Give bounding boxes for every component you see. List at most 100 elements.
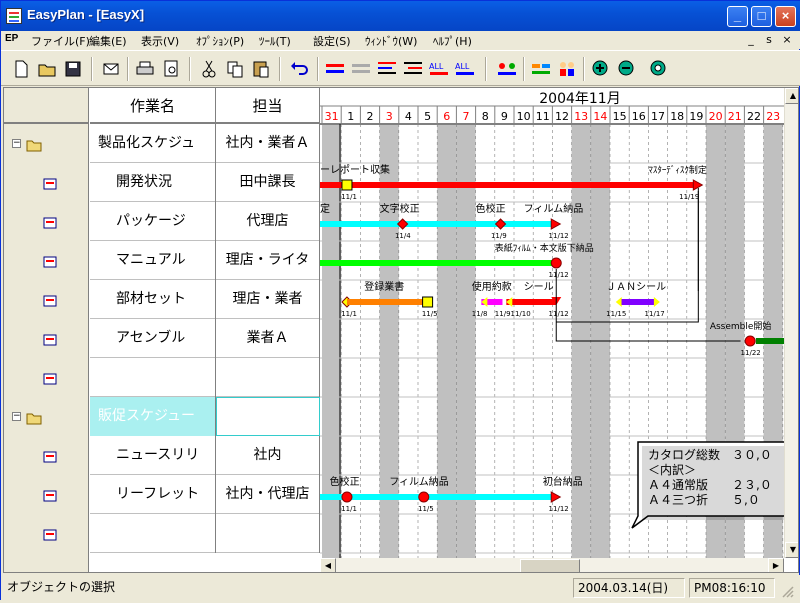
- task-owner-cell[interactable]: 社内・代理店: [216, 475, 320, 514]
- table-row[interactable]: ニュースリリ 社内: [90, 436, 320, 475]
- task-node-icon[interactable]: [42, 488, 58, 502]
- task-name-cell[interactable]: [90, 514, 216, 553]
- task-node-icon[interactable]: [42, 371, 58, 385]
- gantt-chart[interactable]: 2004年11月 31 1 2 3 4 5 6 7 8 9 10 11 12 13 14 15 16 17 18 19 2…: [320, 88, 784, 558]
- task-node-icon[interactable]: [42, 449, 58, 463]
- bar-outdent-icon[interactable]: [401, 58, 425, 80]
- mdi-minimize-button[interactable]: _: [743, 33, 759, 47]
- collapse-toggle-icon[interactable]: −: [12, 412, 21, 421]
- align-date-icon[interactable]: ALL: [453, 58, 477, 80]
- task-owner-cell[interactable]: 代理店: [216, 202, 320, 241]
- task-owner-cell[interactable]: 社内・業者Ａ: [216, 124, 320, 163]
- folder-icon[interactable]: [26, 410, 42, 425]
- table-row[interactable]: 製品化スケジュ 社内・業者Ａ: [90, 124, 320, 163]
- task-owner-cell[interactable]: 業者Ａ: [216, 319, 320, 358]
- task-owner-cell[interactable]: [216, 397, 320, 436]
- task-name-cell[interactable]: 部材セット: [90, 280, 216, 319]
- scroll-up-button[interactable]: ▲: [785, 88, 798, 104]
- task-name-cell[interactable]: 販促スケジュー: [90, 397, 216, 436]
- table-row[interactable]: マニュアル 理店・ライタ: [90, 241, 320, 280]
- folder-icon[interactable]: [26, 137, 42, 152]
- ep-logo-icon[interactable]: EP: [5, 33, 27, 47]
- task-name-cell[interactable]: パッケージ: [90, 202, 216, 241]
- menu-tools[interactable]: ﾂｰﾙ(T): [259, 33, 291, 48]
- scroll-thumb[interactable]: [520, 559, 580, 572]
- table-row[interactable]: 部材セット 理店・業者: [90, 280, 320, 319]
- zoom-out-icon[interactable]: [615, 58, 639, 80]
- bar-delete-icon[interactable]: [349, 58, 373, 80]
- weekend-column: [379, 124, 399, 558]
- gantt-chart-canvas[interactable]: 2004年11月31 1 2 3 4 5 6 7 8 9 10 11 12 13 14 15 16 17 18 19 2…: [320, 88, 784, 558]
- print-icon[interactable]: [133, 58, 157, 80]
- bar-align-icon[interactable]: [375, 58, 399, 80]
- task-node-icon[interactable]: [42, 254, 58, 268]
- zoom-fit-icon[interactable]: [647, 58, 671, 80]
- open-icon[interactable]: [35, 58, 59, 80]
- copy-icon[interactable]: [223, 58, 247, 80]
- resource-icon[interactable]: [529, 58, 553, 80]
- task-name-cell[interactable]: ニュースリリ: [90, 436, 216, 475]
- mdi-close-button[interactable]: ×: [779, 33, 795, 47]
- cut-icon[interactable]: [197, 58, 221, 80]
- scroll-right-button[interactable]: ▶: [768, 558, 784, 572]
- new-icon[interactable]: [9, 58, 33, 80]
- task-node-icon[interactable]: [42, 332, 58, 346]
- close-button[interactable]: ×: [775, 6, 796, 27]
- collapse-toggle-icon[interactable]: −: [12, 139, 21, 148]
- bar-insert-icon[interactable]: [323, 58, 347, 80]
- task-owner-cell[interactable]: 理店・ライタ: [216, 241, 320, 280]
- scroll-down-button[interactable]: ▼: [785, 542, 798, 558]
- task-owner-cell[interactable]: 社内: [216, 436, 320, 475]
- task-owner-cell[interactable]: 田中課長: [216, 163, 320, 202]
- task-node-icon[interactable]: [42, 215, 58, 229]
- title-bar[interactable]: EasyPlan - [EasyX] _ □ ×: [1, 1, 800, 31]
- table-row[interactable]: [90, 514, 320, 553]
- horizontal-scrollbar[interactable]: ◀ ▶: [320, 558, 784, 572]
- menu-file[interactable]: ファイル(F): [31, 33, 90, 48]
- preview-icon[interactable]: [159, 58, 183, 80]
- task-name-cell[interactable]: 製品化スケジュ: [90, 124, 216, 163]
- people-icon[interactable]: [555, 58, 579, 80]
- menu-settings[interactable]: 設定(S): [313, 33, 351, 48]
- table-row[interactable]: アセンブル 業者Ａ: [90, 319, 320, 358]
- task-name-cell[interactable]: アセンブル: [90, 319, 216, 358]
- menu-help[interactable]: ﾍﾙﾌﾟ(H): [433, 33, 472, 48]
- table-row[interactable]: [90, 358, 320, 397]
- align-all-icon[interactable]: ALL: [427, 58, 451, 80]
- scroll-left-button[interactable]: ◀: [320, 558, 336, 572]
- task-owner-cell[interactable]: [216, 514, 320, 553]
- minimize-button[interactable]: _: [727, 6, 748, 27]
- resize-grip-icon[interactable]: [779, 583, 795, 599]
- window-title: EasyPlan - [EasyX]: [27, 7, 145, 22]
- task-node-icon[interactable]: [42, 176, 58, 190]
- vertical-scrollbar[interactable]: ▲ ▼: [784, 88, 798, 558]
- table-row[interactable]: 開発状況 田中課長: [90, 163, 320, 202]
- mail-icon[interactable]: [99, 58, 123, 80]
- task-owner-cell[interactable]: [216, 358, 320, 397]
- paste-icon[interactable]: [249, 58, 273, 80]
- undo-icon[interactable]: [287, 58, 311, 80]
- zoom-in-icon[interactable]: [589, 58, 613, 80]
- day-label: 11: [536, 110, 550, 123]
- maximize-button[interactable]: □: [751, 6, 772, 27]
- task-name-cell[interactable]: マニュアル: [90, 241, 216, 280]
- menu-options[interactable]: ｵﾌﾟｼｮﾝ(P): [196, 33, 244, 48]
- task-name-cell[interactable]: リーフレット: [90, 475, 216, 514]
- column-header-task[interactable]: 作業名: [90, 88, 216, 124]
- date-label: 11/5: [418, 505, 434, 513]
- table-row[interactable]: 販促スケジュー: [90, 397, 320, 436]
- table-row[interactable]: リーフレット 社内・代理店: [90, 475, 320, 514]
- menu-edit[interactable]: 編集(E): [89, 33, 127, 48]
- link-icon[interactable]: [495, 58, 519, 80]
- task-node-icon[interactable]: [42, 527, 58, 541]
- table-row[interactable]: パッケージ 代理店: [90, 202, 320, 241]
- task-name-cell[interactable]: [90, 358, 216, 397]
- mdi-restore-button[interactable]: ꜱ: [761, 33, 777, 47]
- task-owner-cell[interactable]: 理店・業者: [216, 280, 320, 319]
- menu-window[interactable]: ｳｨﾝﾄﾞｳ(W): [365, 33, 417, 48]
- task-node-icon[interactable]: [42, 293, 58, 307]
- menu-view[interactable]: 表示(V): [141, 33, 179, 48]
- task-name-cell[interactable]: 開発状況: [90, 163, 216, 202]
- save-icon[interactable]: [61, 58, 85, 80]
- column-header-owner[interactable]: 担当: [216, 88, 320, 124]
